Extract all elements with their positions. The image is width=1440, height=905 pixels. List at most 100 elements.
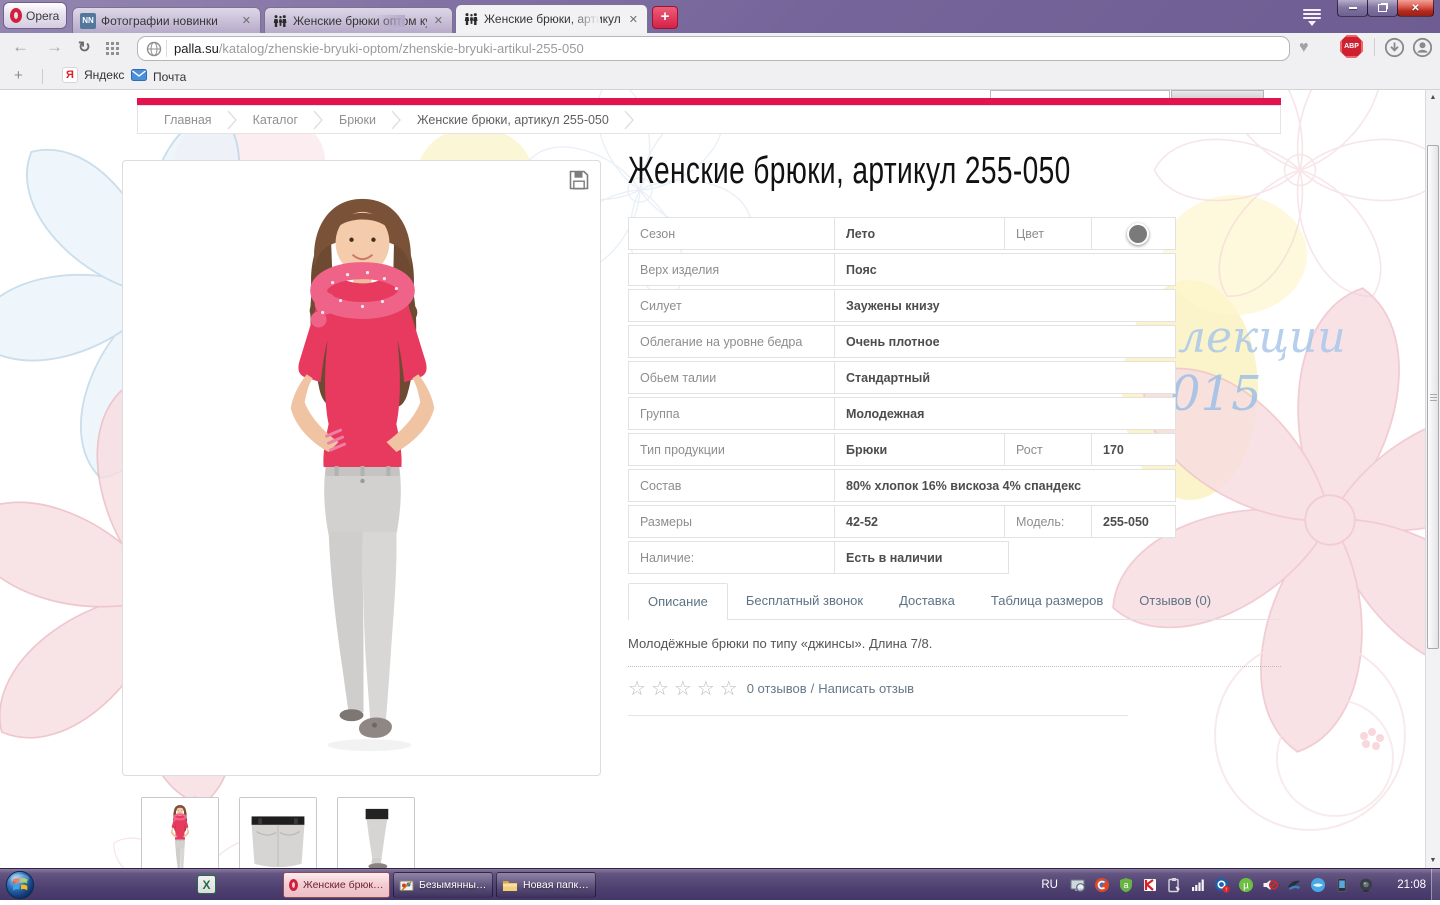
spec-row-type: Тип продукции Брюки Рост 170 [628,433,1176,466]
windows-update-icon[interactable] [1310,877,1326,893]
star-icon[interactable]: ☆ [674,676,692,701]
tab-description[interactable]: Описание [628,583,728,620]
speed-dial-icon[interactable] [106,42,119,60]
tab-reviews[interactable]: Отзывов (0) [1121,583,1229,619]
star-icon[interactable]: ☆ [697,676,715,701]
dotted-divider [628,666,1281,667]
user-account-icon[interactable] [1412,37,1433,63]
scroll-down-icon[interactable]: ▼ [1426,853,1440,868]
minimize-button[interactable] [1337,0,1368,17]
thumbnail-model-front[interactable] [141,797,219,868]
thumbnail-pants-back[interactable] [239,797,317,868]
svg-text:µ: µ [1243,881,1249,892]
tab-delivery[interactable]: Доставка [881,583,973,619]
star-icon[interactable]: ☆ [628,676,646,701]
page-scrollbar[interactable]: ▲ ▼ [1425,90,1440,868]
model-photo-illustration [290,198,435,752]
reload-icon[interactable]: ↻ [78,38,91,56]
back-icon[interactable]: ← [12,37,29,57]
volume-muted-icon[interactable] [1262,877,1279,893]
product-title: Женские брюки, артикул 255-050 [628,150,1071,192]
browser-toolbar: ← → ↻ palla.su/katalog/zhenskie-bryuki-o… [0,33,1440,64]
page-viewport: лекции 015 Главная Каталог Брюки Женские… [0,90,1440,868]
chevron-right-icon [624,110,634,129]
address-bar[interactable]: palla.su/katalog/zhenskie-bryuki-optom/z… [137,36,1290,61]
tab-photos[interactable]: NN Фотографии новинки ✕ [72,7,261,33]
chevron-right-icon [313,110,323,129]
add-bookmark-icon[interactable]: + [14,67,23,84]
eagle-swoosh-icon[interactable] [1286,877,1302,893]
scroll-up-icon[interactable]: ▲ [1426,90,1440,105]
forward-icon[interactable]: → [46,37,63,57]
opera-logo-icon [10,8,22,23]
color-swatch[interactable] [1127,222,1149,245]
spec-row-group: Группа Молодежная [628,397,1176,430]
taskbar-item-folder[interactable]: Новая папка (2) [496,872,596,898]
tab-bryuki-artikul-active[interactable]: Женские брюки, артикул ✕ [455,4,648,33]
ccleaner-icon[interactable] [1094,877,1110,893]
tab-bryuki-optom[interactable]: Женские брюки оптом ку ✕ [264,7,453,33]
reviews-separator: / [810,681,815,696]
address-separator [166,40,167,57]
hidden-icons-monitor-icon[interactable] [1070,877,1086,893]
comodo-alert-icon[interactable]: ! [1214,877,1230,893]
close-button[interactable]: ✕ [1397,0,1434,17]
webcam-icon[interactable] [1358,877,1374,893]
color-swatch-cell [1091,218,1173,249]
kaspersky-icon[interactable] [1142,877,1158,893]
site-globe-icon[interactable] [146,41,162,57]
tab-list-menu-icon[interactable] [1303,9,1321,30]
mail-envelope-icon [131,67,147,86]
language-indicator[interactable]: RU [1041,879,1058,891]
adguard-shield-icon[interactable]: a [1118,877,1134,893]
write-review-link[interactable]: Написать отзыв [818,681,914,696]
taskbar-item-opera[interactable]: Женские брюки, ар... [283,872,390,898]
opera-menu-button[interactable]: Opera [3,2,67,29]
section-divider [628,715,1128,716]
tab-free-call[interactable]: Бесплатный звонок [728,583,881,619]
network-signal-icon[interactable] [1190,877,1206,893]
tab-title-fade [374,14,405,27]
save-image-icon[interactable] [568,169,590,196]
clipboard-plug-icon[interactable] [1166,877,1182,893]
bookmarks-bar: + Я Яндекс Почта [0,64,1440,90]
url-text[interactable]: palla.su/katalog/zhenskie-bryuki-optom/z… [174,41,584,56]
phone-sync-icon[interactable] [1334,877,1350,893]
spec-table: Сезон Лето Цвет Верх изделия Пояс Силует… [628,217,1176,577]
product-description: Молодёжные брюки по типу «джинсы». Длина… [628,636,933,651]
breadcrumb-bryuki[interactable]: Брюки [339,113,376,127]
tab-title: Женские брюки, артикул [484,12,621,26]
breadcrumb-home[interactable]: Главная [164,113,212,127]
rating-row: ☆ ☆ ☆ ☆ ☆ 0 отзывов / Написать отзыв [628,676,914,701]
new-tab-button[interactable]: + [652,6,678,29]
scrollbar-thumb[interactable] [1427,145,1439,649]
tab-close-icon[interactable]: ✕ [432,14,445,27]
system-tray: RU a ! µ [1041,869,1374,901]
download-icon[interactable] [1384,37,1405,63]
thumbnail-pants-side[interactable] [337,797,415,868]
breadcrumb-catalog[interactable]: Каталог [253,113,298,127]
bookmark-label: Почта [153,69,187,84]
tab-close-icon[interactable]: ✕ [627,13,640,26]
utorrent-icon[interactable]: µ [1238,877,1254,893]
star-icon[interactable]: ☆ [720,676,738,701]
show-desktop-button[interactable] [1431,869,1440,901]
bookmark-mail[interactable]: Почта [131,67,186,86]
adblock-abp-icon[interactable]: ABP [1340,35,1363,58]
excel-pinned-icon[interactable]: X [197,875,216,894]
toolbar-separator [1374,38,1375,56]
taskbar-item-paint[interactable]: Безымянный - Paint [393,872,493,898]
tab-size-table[interactable]: Таблица размеров [973,583,1121,619]
spec-row-season: Сезон Лето Цвет [628,217,1176,250]
product-photo[interactable] [122,160,601,776]
bookmark-heart-icon[interactable]: ♥ [1299,39,1309,57]
taskbar-clock[interactable]: 21:08 [1397,869,1426,901]
restore-button[interactable] [1367,0,1398,17]
people-favicon [463,11,479,27]
star-icon[interactable]: ☆ [651,676,669,701]
site-header-bar [137,98,1281,105]
chevron-right-icon [391,110,401,129]
bookmarks-separator [42,69,43,84]
bookmark-yandex[interactable]: Я Яндекс [62,67,124,83]
tab-close-icon[interactable]: ✕ [240,14,253,27]
